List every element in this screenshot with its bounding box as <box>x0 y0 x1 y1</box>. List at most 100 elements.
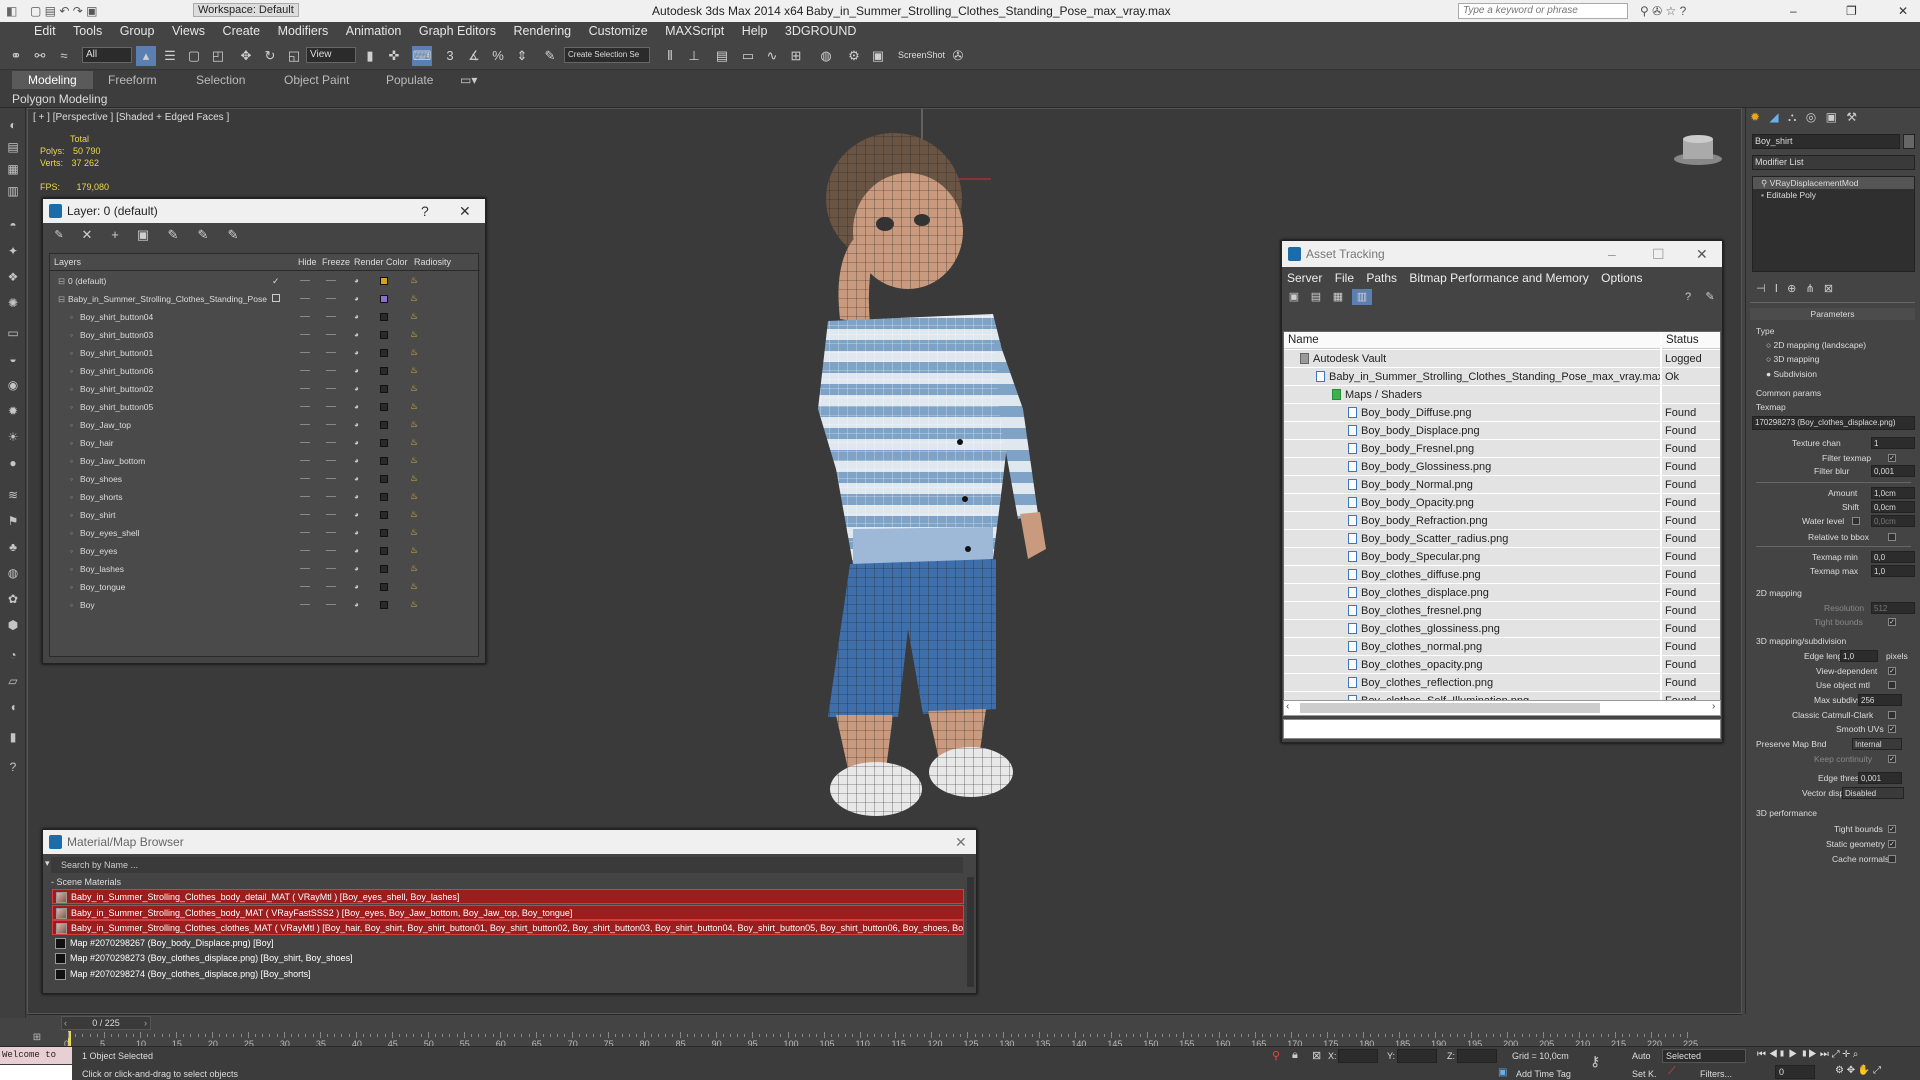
radiosity-icon[interactable]: ♨ <box>410 527 420 538</box>
percent-snap-icon[interactable]: % <box>488 46 508 66</box>
asset-row[interactable]: Boy_body_Displace.png Found <box>1284 422 1720 440</box>
freeze-toggle[interactable] <box>326 442 336 443</box>
max-subdivs-input[interactable]: 256 <box>1858 694 1902 706</box>
hide-toggle[interactable] <box>300 370 310 371</box>
asset-menu-paths[interactable]: Paths <box>1366 271 1397 285</box>
layer-row[interactable]: ✓ ⊟ 0 (default) ◕ ♨ <box>50 272 448 290</box>
radiosity-icon[interactable]: ♨ <box>410 419 420 430</box>
asset-close-icon[interactable]: ✕ <box>1696 241 1708 267</box>
scroll-right-icon[interactable]: › <box>1712 701 1715 712</box>
motion-tab-icon[interactable]: ◎ <box>1806 110 1816 124</box>
col-status[interactable]: Status <box>1662 332 1720 349</box>
tool-icon-22[interactable]: ▱ <box>5 674 21 688</box>
hide-toggle[interactable] <box>300 424 310 425</box>
asset-row[interactable]: Boy_clothes_opacity.png Found <box>1284 656 1720 674</box>
menu-3dground[interactable]: 3DGROUND <box>778 22 864 38</box>
layer-color-swatch[interactable] <box>380 385 388 393</box>
schematic-view-icon[interactable]: ⊞ <box>786 46 806 66</box>
asset-row[interactable]: Maps / Shaders <box>1284 386 1720 404</box>
view-dependent-checkbox[interactable]: ✓ <box>1888 667 1896 675</box>
polygon-modeling-label[interactable]: Polygon Modeling <box>12 92 107 106</box>
expand-icon[interactable]: ⊟ <box>58 272 65 290</box>
freeze-toggle[interactable] <box>326 568 336 569</box>
tight-bounds-checkbox[interactable]: ✓ <box>1888 618 1896 626</box>
freeze-toggle[interactable] <box>326 604 336 605</box>
display-tab-icon[interactable]: ▣ <box>1826 110 1837 124</box>
render-teapot-icon[interactable]: ◕ <box>354 511 363 519</box>
layer-row[interactable]: ◦ Boy_tongue ◕ ♨ <box>50 578 448 596</box>
use-object-mtl-checkbox[interactable] <box>1888 681 1896 689</box>
col-color[interactable]: Color <box>386 254 408 270</box>
smooth-uvs-checkbox[interactable]: ✓ <box>1888 725 1896 733</box>
key-filter-icon[interactable]: ⟋ <box>1668 1065 1676 1078</box>
hide-toggle[interactable] <box>300 406 310 407</box>
asset-menu-bitmap[interactable]: Bitmap Performance and Memory <box>1409 271 1588 285</box>
vector-displ-dropdown[interactable]: Disabled <box>1842 787 1904 799</box>
scroll-left-icon[interactable]: ‹ <box>1286 701 1289 712</box>
hide-toggle[interactable] <box>300 514 310 515</box>
layer-color-swatch[interactable] <box>380 295 388 303</box>
render-teapot-icon[interactable]: ◕ <box>354 439 363 447</box>
tab-object-paint[interactable]: Object Paint <box>284 73 349 87</box>
tool-icon-24[interactable]: ▮ <box>5 730 21 744</box>
layer-color-swatch[interactable] <box>380 313 388 321</box>
layer-color-swatch[interactable] <box>380 349 388 357</box>
radiosity-icon[interactable]: ♨ <box>410 293 420 304</box>
asset-row[interactable]: Baby_in_Summer_Strolling_Clothes_Standin… <box>1284 368 1720 386</box>
freeze-toggle[interactable] <box>326 298 336 299</box>
help-search-input[interactable]: Type a keyword or phrase <box>1458 3 1628 19</box>
hide-toggle[interactable] <box>300 496 310 497</box>
asset-row[interactable]: Boy_clothes_glossiness.png Found <box>1284 620 1720 638</box>
playback-controls[interactable]: ⏮ ◀▮ ▶ ▮▶ ⏭ ⤢ ✛ ⌕ <box>1757 1049 1917 1063</box>
tool-icon-16[interactable]: ⚑ <box>5 514 21 528</box>
expand-icon[interactable]: ⊟ <box>58 290 65 308</box>
viewport-nav-controls[interactable]: ⚙ ✥ ✋ ⤢ <box>1835 1065 1917 1079</box>
hide-toggle[interactable] <box>300 442 310 443</box>
freeze-toggle[interactable] <box>326 424 336 425</box>
pivot-icon[interactable]: ▮ <box>360 46 380 66</box>
layer-close-icon[interactable]: ✕ <box>459 199 471 223</box>
tab-populate[interactable]: Populate <box>386 73 433 87</box>
filter-blur-input[interactable]: 0,001 <box>1871 465 1915 477</box>
menu-maxscript[interactable]: MAXScript <box>658 22 731 38</box>
viewport-label[interactable]: [ + ] [Perspective ] [Shaded + Edged Fac… <box>33 112 229 123</box>
filter-texmap-checkbox[interactable]: ✓ <box>1888 454 1896 462</box>
freeze-toggle[interactable] <box>326 460 336 461</box>
menu-create[interactable]: Create <box>216 22 268 38</box>
keep-continuity-checkbox[interactable]: ✓ <box>1888 755 1896 763</box>
scroll-thumb[interactable] <box>1300 703 1600 713</box>
asset-menu-server[interactable]: Server <box>1287 271 1322 285</box>
layer-color-swatch[interactable] <box>380 277 388 285</box>
tab-selection[interactable]: Selection <box>196 73 245 87</box>
hide-all-icon[interactable]: ✎ <box>193 225 213 245</box>
freeze-toggle[interactable] <box>326 514 336 515</box>
spinner-snap-icon[interactable]: ⇕ <box>512 46 532 66</box>
named-selection-dropdown[interactable]: Create Selection Se <box>564 47 650 63</box>
radiosity-icon[interactable]: ♨ <box>410 383 420 394</box>
cache-normals-checkbox[interactable] <box>1888 855 1896 863</box>
tool-icon-6[interactable]: ✦ <box>5 244 21 258</box>
menu-modifiers[interactable]: Modifiers <box>271 22 336 38</box>
current-frame-input[interactable]: 0 <box>1775 1065 1815 1079</box>
z-coord-input[interactable] <box>1457 1049 1497 1063</box>
layer-help-button[interactable]: ? <box>421 199 429 223</box>
matbrowser-close-icon[interactable]: ✕ <box>955 830 967 854</box>
static-geometry-checkbox[interactable]: ✓ <box>1888 840 1896 848</box>
hide-toggle[interactable] <box>300 568 310 569</box>
asset-list[interactable]: Name Status Autodesk Vault Logged O...Bab… <box>1283 331 1721 703</box>
quick-access-icons[interactable]: ▢ ▤ ↶ ↷ ▣ <box>30 4 97 18</box>
layer-row[interactable]: ◦ Boy_eyes_shell ◕ ♨ <box>50 524 448 542</box>
layer-row[interactable]: ◦ Boy_shirt_button04 ◕ ♨ <box>50 308 448 326</box>
material-row[interactable]: Map #2070298267 (Boy_body_Displace.png) … <box>52 935 964 951</box>
layer-color-swatch[interactable] <box>380 439 388 447</box>
hide-toggle[interactable] <box>300 298 310 299</box>
close-icon[interactable]: ✕ <box>1898 4 1908 18</box>
tool-icon-21[interactable]: ◔ <box>5 648 21 662</box>
render-teapot-icon[interactable]: ◕ <box>354 457 363 465</box>
set-key-button[interactable]: Set K. <box>1632 1069 1657 1079</box>
maxscript-input[interactable] <box>0 1065 72 1080</box>
set-current-box-icon[interactable] <box>272 294 280 302</box>
scene-materials-header[interactable]: - Scene Materials <box>51 877 121 887</box>
radiosity-icon[interactable]: ♨ <box>410 347 420 358</box>
render-teapot-icon[interactable]: ◕ <box>354 493 363 501</box>
